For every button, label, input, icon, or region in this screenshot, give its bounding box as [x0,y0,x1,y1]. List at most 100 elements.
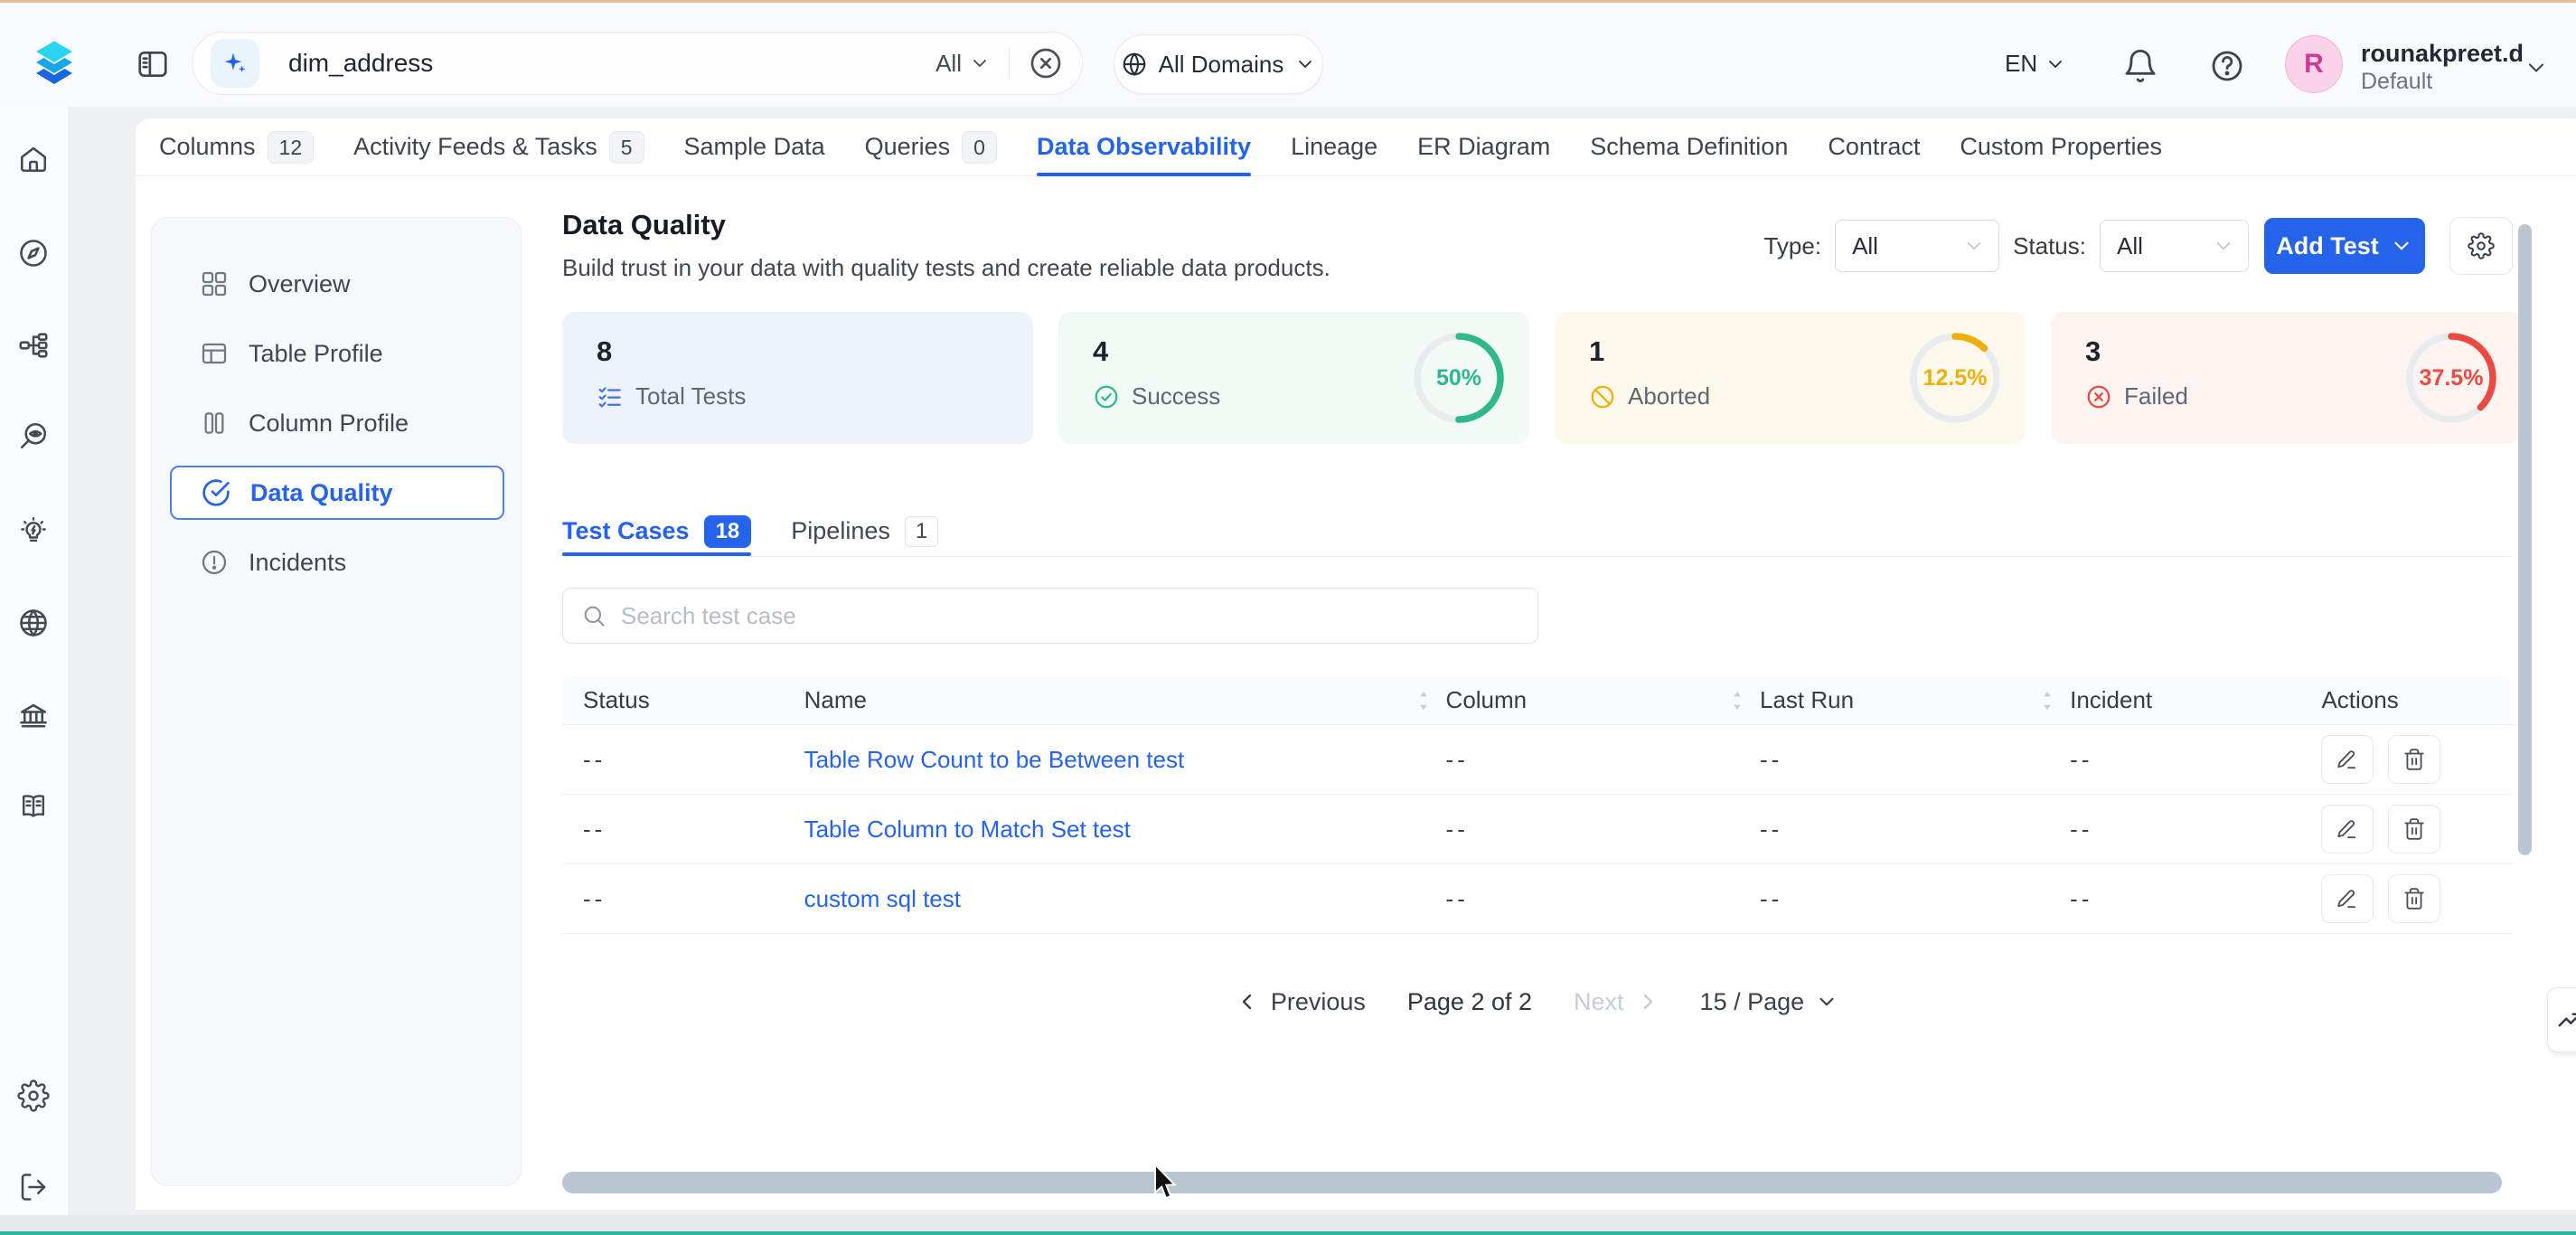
column-header-name: Name [804,686,1446,714]
vertical-scrollbar-thumb[interactable] [2518,224,2532,855]
pagination: Previous Page 2 of 2 Next 15 / Page [562,975,2513,1029]
tests-tab-bar: Test Cases 18 Pipelines 1 [562,506,2513,557]
tab-pipelines[interactable]: Pipelines 1 [791,506,938,556]
tab-custom-properties[interactable]: Custom Properties [1960,118,2162,176]
test-case-link[interactable]: Table Row Count to be Between test [804,746,1185,774]
status-filter-select[interactable]: All [2100,220,2249,272]
expand-trend-panel-button[interactable] [2547,987,2576,1052]
pencil-icon [2336,887,2359,910]
window-bottom-bar [0,1215,2576,1231]
sidebar-glossary-icon[interactable] [14,787,53,826]
previous-page-button[interactable]: Previous [1236,988,1366,1016]
delete-test-button[interactable] [2388,805,2440,853]
user-menu[interactable]: rounakpreet.d Default [2361,39,2519,95]
success-ratio-ring: 50% [1412,331,1506,425]
test-cases-count-badge: 18 [704,515,752,548]
table-row: -- custom sql test -- -- -- [562,864,2513,934]
success-card: 4 Success 50% [1058,312,1529,444]
subnav-table-profile[interactable]: Table Profile [170,326,504,381]
type-filter-select[interactable]: All [1835,220,1999,272]
subnav-overview[interactable]: Overview [170,257,504,311]
help-icon[interactable] [2209,48,2245,84]
language-dropdown[interactable]: EN [2005,50,2066,78]
add-test-button[interactable]: Add Test [2264,218,2425,274]
test-case-link[interactable]: custom sql test [804,885,961,913]
delete-test-button[interactable] [2388,735,2440,784]
horizontal-scrollbar-thumb[interactable] [562,1172,2502,1193]
aborted-label: Aborted [1628,382,1710,410]
tab-schema-definition[interactable]: Schema Definition [1590,118,1788,176]
status-value: -- [583,815,606,843]
chevron-down-icon [2045,53,2066,75]
observability-subnav: Overview Table Profile Column Profile Da… [151,217,522,1186]
search-scope-dropdown[interactable]: All [935,50,991,78]
edit-test-button[interactable] [2321,874,2374,923]
next-page-button[interactable]: Next [1574,988,1659,1016]
tab-er-diagram[interactable]: ER Diagram [1417,118,1550,176]
sort-icon[interactable] [2037,688,2057,713]
domains-dropdown[interactable]: All Domains [1114,34,1323,94]
gear-icon [2468,232,2495,259]
pencil-icon [2336,748,2359,771]
page-status: Page 2 of 2 [1407,988,1532,1016]
tab-contract[interactable]: Contract [1828,118,1920,176]
status-value: -- [583,885,606,912]
sidebar-home-icon[interactable] [14,139,53,179]
user-team: Default [2361,68,2519,95]
success-check-icon [1093,383,1120,410]
tab-sample-data[interactable]: Sample Data [684,118,825,176]
sidebar-logout-icon[interactable] [14,1167,53,1207]
column-header-actions: Actions [2321,686,2513,714]
page-title: Data Quality [562,209,726,241]
divider [1009,48,1010,79]
tab-test-cases[interactable]: Test Cases 18 [562,506,751,556]
global-search-bar[interactable]: All [192,32,1083,95]
clear-search-icon[interactable] [1028,45,1064,81]
aborted-percent: 12.5% [1908,331,2002,425]
total-tests-label: Total Tests [635,382,746,410]
tab-data-observability[interactable]: Data Observability [1037,118,1251,176]
sidebar-lineage-icon[interactable] [14,325,53,365]
search-input[interactable] [288,49,935,78]
check-circle-icon [202,478,230,507]
sidebar-settings-icon[interactable] [14,1076,53,1116]
notifications-bell-icon[interactable] [2122,48,2158,84]
quality-settings-button[interactable] [2449,217,2513,275]
test-cases-table: Status Name Column Last Run Incident [562,676,2513,934]
sort-icon[interactable] [1414,688,1434,713]
openmetadata-logo-icon[interactable] [27,35,81,90]
tab-activity-feeds[interactable]: Activity Feeds & Tasks 5 [353,118,644,176]
chevron-down-icon [969,52,991,74]
subnav-incidents[interactable]: Incidents [170,535,504,589]
test-case-search[interactable] [562,588,1538,644]
failed-card: 3 Failed 37.5% [2051,312,2522,444]
subnav-column-profile[interactable]: Column Profile [170,396,504,450]
search-icon [581,603,606,628]
page-size-dropdown[interactable]: 15 / Page [1700,988,1839,1016]
user-avatar[interactable]: R [2285,35,2343,93]
subnav-data-quality[interactable]: Data Quality [170,466,504,520]
failed-label: Failed [2124,382,2188,410]
sort-icon[interactable] [1727,688,1747,713]
sidebar-domains-icon[interactable] [14,603,53,643]
tab-lineage[interactable]: Lineage [1291,118,1377,176]
edit-test-button[interactable] [2321,805,2374,853]
tab-columns[interactable]: Columns 12 [159,118,314,176]
tab-count-badge: 0 [962,131,997,164]
sidebar-observability-icon[interactable] [14,416,53,456]
type-filter-label: Type: [1763,232,1821,260]
test-case-search-input[interactable] [621,602,1519,630]
sidebar-insights-icon[interactable] [14,511,53,551]
user-menu-chevron-icon[interactable] [2524,55,2549,80]
sidebar-toggle-icon[interactable] [136,47,170,81]
tab-queries[interactable]: Queries 0 [865,118,997,176]
top-bar: All All Domains EN R rounakpreet.d Defau… [0,3,2576,107]
delete-test-button[interactable] [2388,874,2440,923]
trend-line-icon [2556,1006,2576,1033]
test-case-link[interactable]: Table Column to Match Set test [804,815,1131,844]
sidebar-explore-icon[interactable] [14,233,53,273]
sidebar-govern-icon[interactable] [14,696,53,736]
entity-page-panel: Columns 12 Activity Feeds & Tasks 5 Samp… [136,118,2576,1210]
edit-test-button[interactable] [2321,735,2374,784]
chevron-down-icon [1815,990,1838,1013]
